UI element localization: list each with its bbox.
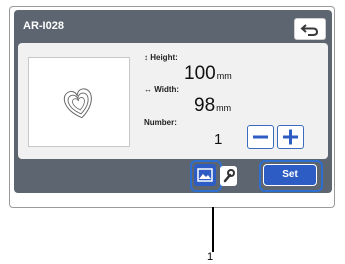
height-value-row: 100mm xyxy=(184,63,232,85)
minus-icon xyxy=(253,135,268,139)
number-value: 1 xyxy=(214,131,223,148)
number-label: Number: xyxy=(144,118,177,127)
callout-line xyxy=(212,207,214,252)
height-value: 100 xyxy=(184,63,216,84)
undo-arrow-icon xyxy=(300,24,319,36)
set-button[interactable]: Set xyxy=(263,164,317,186)
vertical-arrow-icon: ↕ xyxy=(144,53,148,62)
settings-wrench-button[interactable] xyxy=(220,166,237,186)
height-label: Height: xyxy=(150,53,178,62)
machine-screen-frame: AR-I028 ↕ Height: 100mm ↔ Width: 98mm Nu… xyxy=(9,6,335,208)
increase-button[interactable] xyxy=(277,125,304,149)
wrench-icon xyxy=(223,169,235,183)
pattern-edit-screen: AR-I028 ↕ Height: 100mm ↔ Width: 98mm Nu… xyxy=(14,10,332,193)
horizontal-arrow-icon: ↔ xyxy=(144,85,152,94)
pattern-layout-button[interactable] xyxy=(194,164,216,186)
width-unit: mm xyxy=(216,103,232,113)
height-label-row: ↕ Height: xyxy=(144,53,178,62)
width-label: Width: xyxy=(154,85,180,94)
callout-number: 1 xyxy=(207,251,214,263)
pattern-name: AR-I028 xyxy=(23,20,64,32)
pattern-info-panel: ↕ Height: 100mm ↔ Width: 98mm Number: 1 xyxy=(18,43,328,159)
plus-icon xyxy=(283,129,298,145)
back-button[interactable] xyxy=(294,18,326,40)
pattern-preview xyxy=(28,57,130,147)
width-label-row: ↔ Width: xyxy=(144,85,179,94)
decrease-button[interactable] xyxy=(247,125,274,149)
width-value-row: 98mm xyxy=(194,95,231,117)
heart-outline-icon xyxy=(63,88,92,119)
image-icon xyxy=(197,168,213,182)
height-unit: mm xyxy=(216,71,232,81)
dimensions-area: ↕ Height: 100mm ↔ Width: 98mm Number: 1 xyxy=(144,43,314,159)
width-value: 98 xyxy=(194,95,216,116)
